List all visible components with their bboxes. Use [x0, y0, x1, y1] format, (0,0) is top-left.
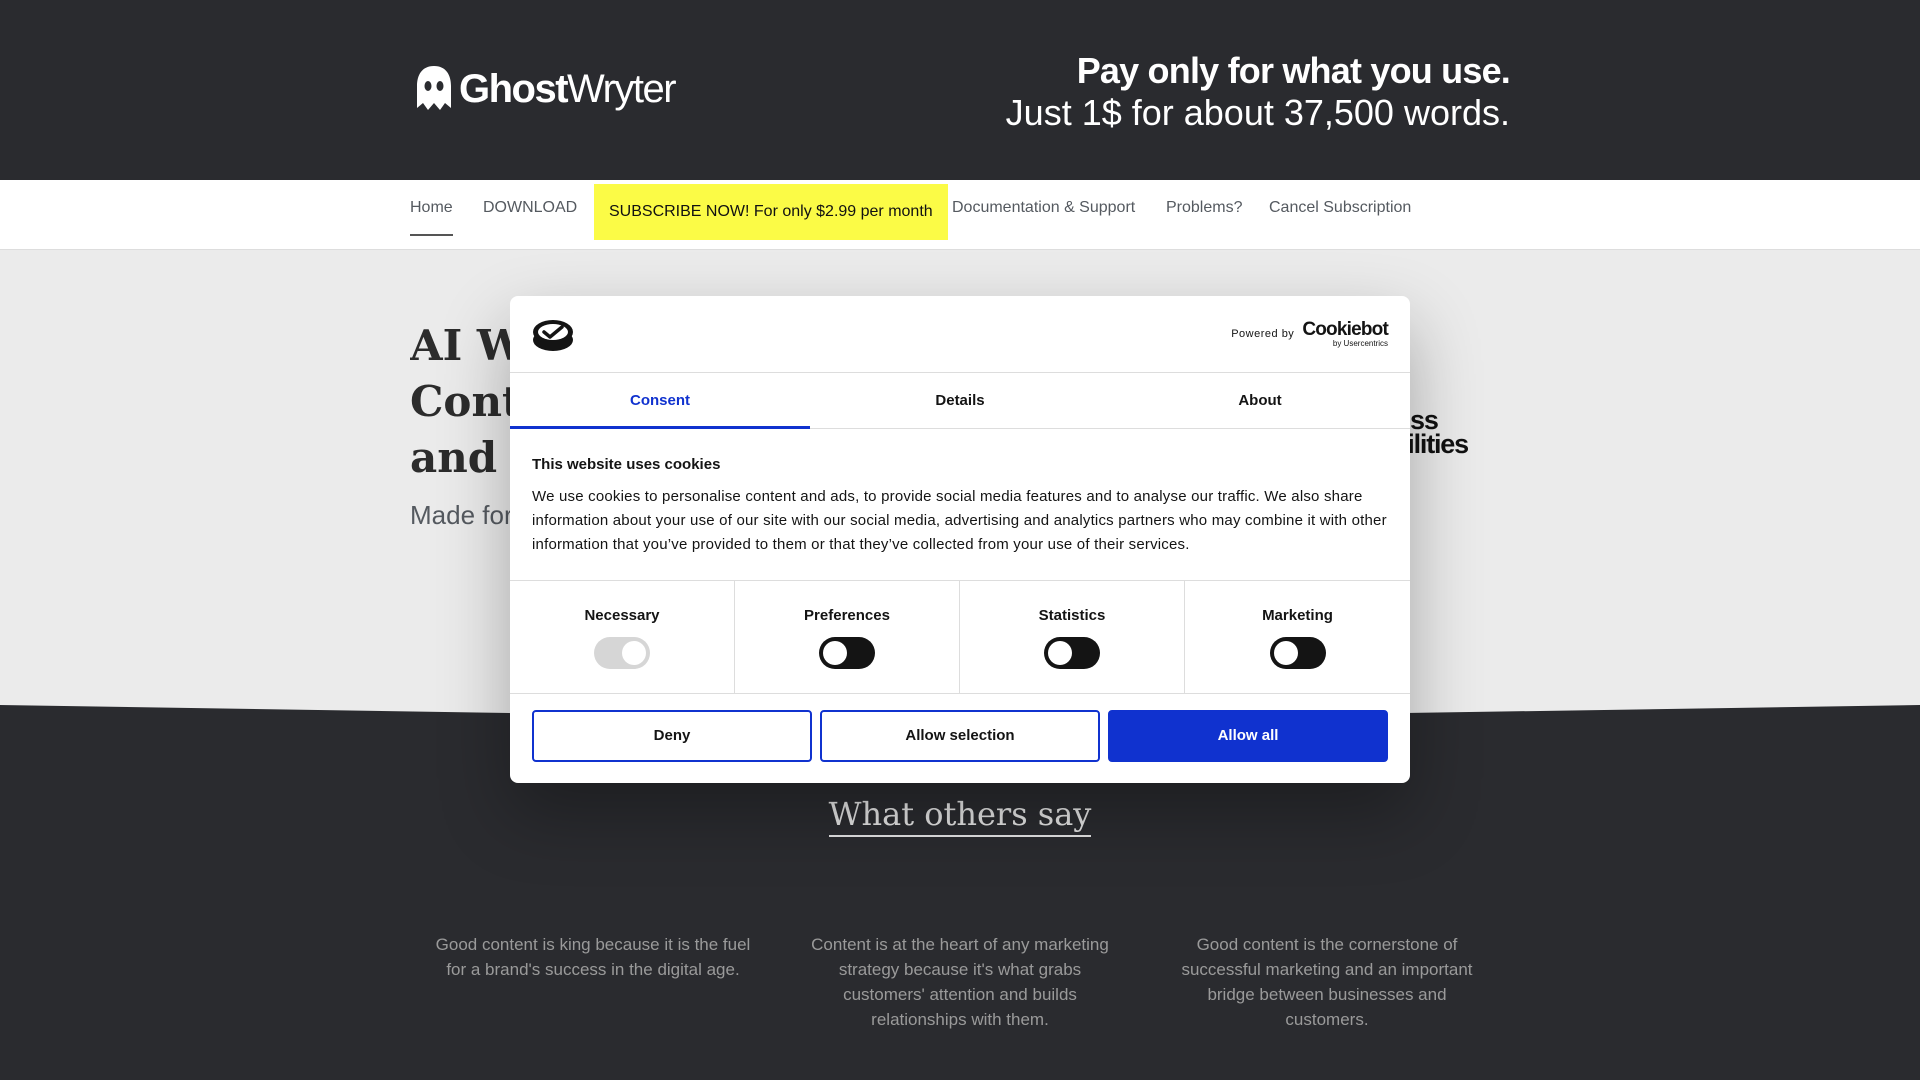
allow-selection-button[interactable]: Allow selection	[820, 710, 1100, 762]
testimonial-quote: Good content is the cornerstone of succe…	[1181, 935, 1473, 1029]
cookiebot-brand-sub: by Usercentrics	[1332, 339, 1388, 348]
powered-by-cookiebot[interactable]: Powered by Cookiebot by Usercentrics	[1231, 320, 1389, 348]
hero-subtitle: Made for	[410, 500, 513, 530]
nav-download[interactable]: DOWNLOAD	[483, 180, 577, 236]
category-statistics: Statistics	[960, 581, 1185, 694]
testimonials-heading: What others say	[828, 795, 1092, 837]
tab-about[interactable]: About	[1110, 373, 1410, 429]
cookiebot-logo-icon	[533, 320, 573, 351]
site-header: GhostWryter Pay only for what you use. J…	[0, 0, 1920, 180]
ghostwryter-logo[interactable]: GhostWryter	[414, 62, 677, 116]
category-marketing: Marketing	[1185, 581, 1410, 694]
nav-subscribe[interactable]: SUBSCRIBE NOW! For only $2.99 per month	[594, 184, 948, 240]
nav-home[interactable]: Home	[410, 180, 453, 236]
statistics-toggle[interactable]	[1044, 637, 1100, 669]
toggle-knob	[622, 641, 646, 665]
cookiebot-brand-name: Cookiebot	[1302, 319, 1388, 340]
main-nav: Home DOWNLOAD SUBSCRIBE NOW! For only $2…	[0, 180, 1920, 250]
cookiebot-brand: Cookiebot by Usercentrics	[1302, 320, 1388, 348]
nav-cancel-subscription[interactable]: Cancel Subscription	[1269, 180, 1411, 236]
consent-description: We use cookies to personalise content an…	[532, 488, 1387, 553]
ghost-icon	[417, 66, 451, 110]
tagline-line2: Just 1$ for about 37,500 words.	[1005, 92, 1510, 133]
toggle-knob	[1273, 641, 1298, 665]
deny-button[interactable]: Deny	[532, 710, 812, 762]
tab-consent[interactable]: Consent	[510, 373, 810, 429]
toggle-label: Necessary	[584, 607, 660, 624]
cookie-category-toggles: Necessary Preferences Statistics Marketi…	[510, 580, 1410, 694]
toggle-knob	[823, 641, 847, 665]
toggle-knob	[1048, 641, 1072, 665]
nav-documentation[interactable]: Documentation & Support	[952, 180, 1135, 236]
powered-by-label: Powered by	[1231, 328, 1295, 340]
allow-all-button[interactable]: Allow all	[1108, 710, 1388, 762]
tab-details[interactable]: Details	[810, 373, 1110, 429]
necessary-toggle	[594, 637, 650, 669]
marketing-toggle[interactable]	[1269, 637, 1326, 669]
toggle-label: Marketing	[1262, 607, 1333, 624]
dialog-header: Powered by Cookiebot by Usercentrics	[510, 296, 1410, 373]
consent-heading: This website uses cookies	[532, 456, 721, 473]
preferences-toggle[interactable]	[819, 637, 875, 669]
consent-buttons: Deny Allow selection Allow all	[532, 710, 1388, 762]
nav-problems[interactable]: Problems?	[1166, 180, 1242, 236]
testimonials-title: What others say	[0, 795, 1920, 837]
dialog-tabs: Consent Details About	[510, 373, 1410, 429]
cookie-consent-dialog: Powered by Cookiebot by Usercentrics Con…	[510, 296, 1410, 783]
category-preferences: Preferences	[735, 581, 960, 694]
testimonial-quote: Content is at the heart of any marketing…	[811, 935, 1109, 1029]
toggle-label: Preferences	[804, 607, 890, 624]
testimonial-quote: Good content is king because it is the f…	[435, 935, 751, 979]
pricing-tagline: Pay only for what you use. Just 1$ for a…	[1005, 50, 1511, 134]
category-necessary: Necessary	[510, 581, 735, 694]
tagline-line1: Pay only for what you use.	[1076, 50, 1511, 91]
logo-text: GhostWryter	[459, 66, 677, 111]
consent-body: This website uses cookies We use cookies…	[532, 456, 1388, 557]
toggle-label: Statistics	[1038, 607, 1106, 624]
